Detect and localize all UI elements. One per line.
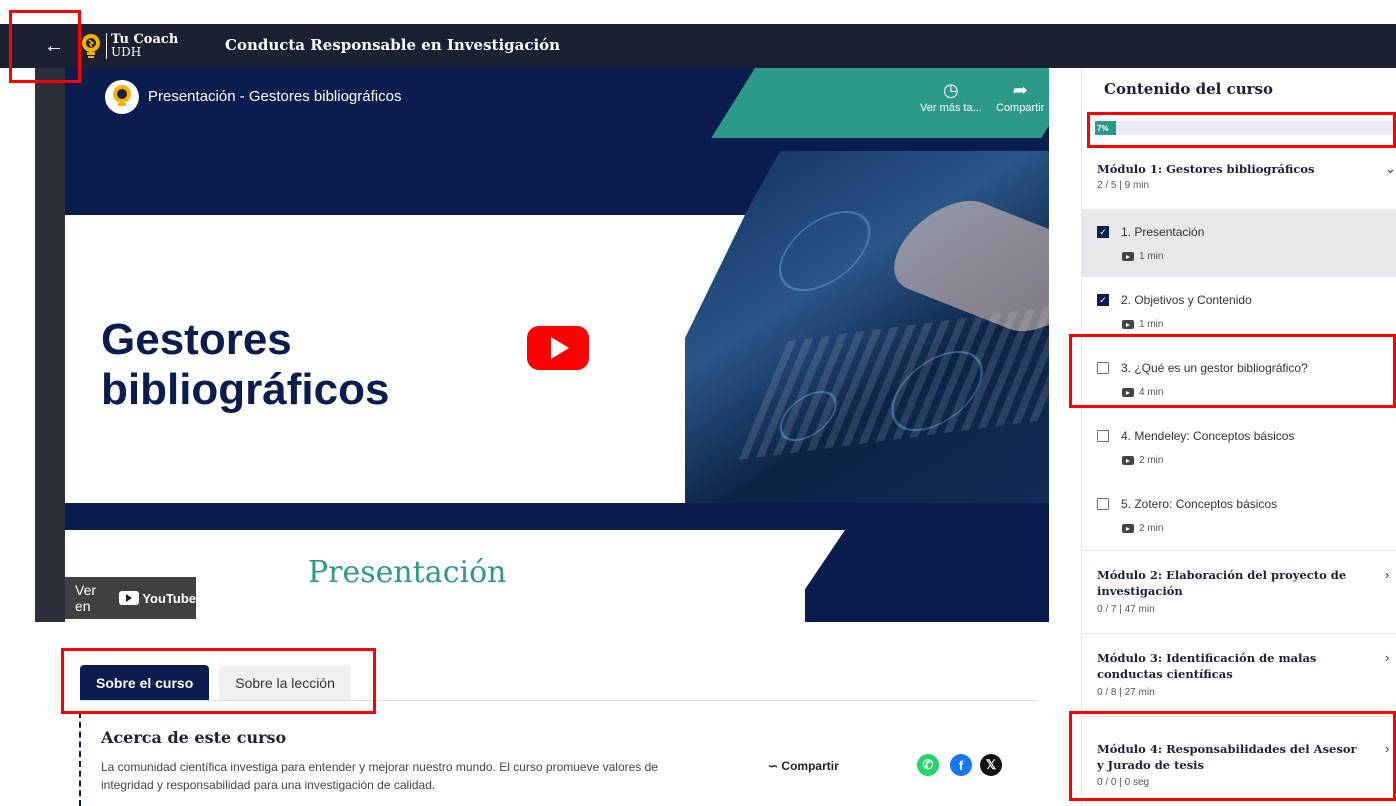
clock-icon: ◷ <box>943 80 959 100</box>
video-icon <box>1122 252 1134 261</box>
content-tabs: Sobre el curso Sobre la lección <box>80 665 351 701</box>
lesson-title: 3. ¿Qué es un gestor bibliográfico? <box>1121 361 1308 375</box>
lesson-checkbox[interactable] <box>1097 498 1109 510</box>
about-title: Acerca de este curso <box>101 728 287 747</box>
whatsapp-icon[interactable]: ✆ <box>917 754 939 776</box>
watch-on-youtube-button[interactable]: Ver en YouTube <box>65 577 196 619</box>
video-title[interactable]: Presentación - Gestores bibliográficos <box>148 88 401 105</box>
lesson-duration: 4 min <box>1122 387 1163 398</box>
module-title: Módulo 3: Identificación de malas conduc… <box>1097 651 1317 681</box>
video-share-button[interactable]: ➦ Compartir <box>996 80 1044 114</box>
video-icon <box>1122 524 1134 533</box>
module-title: Módulo 2: Elaboración del proyecto de in… <box>1097 568 1347 598</box>
video-icon <box>1122 456 1134 465</box>
lesson-duration: 1 min <box>1122 319 1163 330</box>
module-3[interactable]: Módulo 3: Identificación de malas conduc… <box>1082 633 1396 716</box>
chevron-right-icon: › <box>1385 741 1390 756</box>
lesson-item[interactable]: 5. Zotero: Conceptos básicos 2 min <box>1082 481 1396 549</box>
module-meta: 2 / 5 | 9 min <box>1097 180 1150 191</box>
lesson-title: 1. Presentación <box>1121 225 1205 239</box>
lesson-duration: 2 min <box>1122 523 1163 534</box>
logo-line-2: UDH <box>111 45 142 59</box>
lesson-title: 2. Objetivos y Contenido <box>1121 293 1252 307</box>
top-margin <box>0 0 1396 24</box>
play-button[interactable] <box>527 326 589 370</box>
tab-about-course[interactable]: Sobre el curso <box>80 665 210 701</box>
about-description: La comunidad científica investiga para e… <box>101 760 658 792</box>
module-meta: 0 / 8 | 27 min <box>1097 687 1155 698</box>
module-title: Módulo 4: Responsabilidades del Asesor y… <box>1097 742 1357 772</box>
tu-coach-logo[interactable]: Tu Coach UDH <box>80 30 178 62</box>
lesson-item[interactable]: ✓ 1. Presentación 1 min <box>1082 209 1396 277</box>
slide-heading: Gestores bibliográficos <box>101 315 390 414</box>
video-left-margin <box>35 68 65 622</box>
tab-about-lesson[interactable]: Sobre la lección <box>219 665 351 701</box>
lesson-checkbox[interactable]: ✓ <box>1097 226 1109 238</box>
video-player[interactable]: Gestores bibliográficos Presentación Pre… <box>35 68 1049 622</box>
lesson-title: 4. Mendeley: Conceptos básicos <box>1121 429 1295 443</box>
play-icon <box>551 337 569 359</box>
module-4[interactable]: Módulo 4: Responsabilidades del Asesor y… <box>1082 716 1396 806</box>
course-content-sidebar: Contenido del curso 7% Módulo 1: Gestore… <box>1081 68 1396 806</box>
video-frame[interactable]: Gestores bibliográficos Presentación Pre… <box>65 68 1049 622</box>
share-arrow-icon: ➦ <box>1012 80 1028 100</box>
top-bar: ← Tu Coach UDH Conducta Responsable en I… <box>0 24 1396 68</box>
lesson-checkbox[interactable] <box>1097 362 1109 374</box>
watch-later-button[interactable]: ◷ Ver más ta... <box>920 80 982 114</box>
arrow-left-icon: ← <box>44 34 64 57</box>
lightbulb-logo-icon <box>82 34 100 58</box>
lesson-duration: 2 min <box>1122 455 1163 466</box>
share-nodes-icon: ∽ <box>768 759 779 773</box>
back-button[interactable]: ← <box>36 32 72 60</box>
course-progress-fill: 7% <box>1095 121 1116 135</box>
chevron-right-icon: › <box>1385 567 1390 582</box>
video-icon <box>1122 320 1134 329</box>
course-title: Conducta Responsable en Investigación <box>225 36 561 54</box>
channel-avatar[interactable] <box>105 80 139 114</box>
facebook-icon[interactable]: f <box>950 754 972 776</box>
lesson-title: 5. Zotero: Conceptos básicos <box>1121 497 1278 511</box>
x-twitter-icon[interactable]: 𝕏 <box>980 754 1002 776</box>
module-meta: 0 / 7 | 47 min <box>1097 604 1155 615</box>
youtube-logo: YouTube <box>119 591 196 606</box>
tabs-divider <box>80 700 1037 701</box>
about-section-accent <box>79 712 81 806</box>
slide-subtitle: Presentación <box>308 555 507 590</box>
video-icon <box>1122 388 1134 397</box>
lightbulb-logo-icon <box>113 85 131 106</box>
lesson-item[interactable]: 4. Mendeley: Conceptos básicos 2 min <box>1082 413 1396 481</box>
lesson-item[interactable]: 3. ¿Qué es un gestor bibliográfico? 4 mi… <box>1082 345 1396 413</box>
module-meta: 0 / 0 | 0 seg <box>1097 777 1150 788</box>
module-title: Módulo 1: Gestores bibliográficos <box>1097 162 1315 176</box>
lesson-checkbox[interactable] <box>1097 430 1109 442</box>
share-course-button[interactable]: ∽ Compartir <box>768 759 839 773</box>
module-1[interactable]: Módulo 1: Gestores bibliográficos 2 / 5 … <box>1082 149 1396 209</box>
lesson-checkbox[interactable]: ✓ <box>1097 294 1109 306</box>
module-2[interactable]: Módulo 2: Elaboración del proyecto de in… <box>1082 550 1396 633</box>
chevron-right-icon: › <box>1385 650 1390 665</box>
youtube-play-icon <box>119 591 140 605</box>
logo-separator <box>106 33 107 59</box>
sidebar-title: Contenido del curso <box>1104 80 1273 98</box>
chevron-down-icon: ⌄ <box>1385 161 1396 176</box>
course-progress-bar: 7% <box>1095 121 1396 135</box>
lesson-item[interactable]: ✓ 2. Objetivos y Contenido 1 min <box>1082 277 1396 345</box>
lesson-duration: 1 min <box>1122 251 1163 262</box>
